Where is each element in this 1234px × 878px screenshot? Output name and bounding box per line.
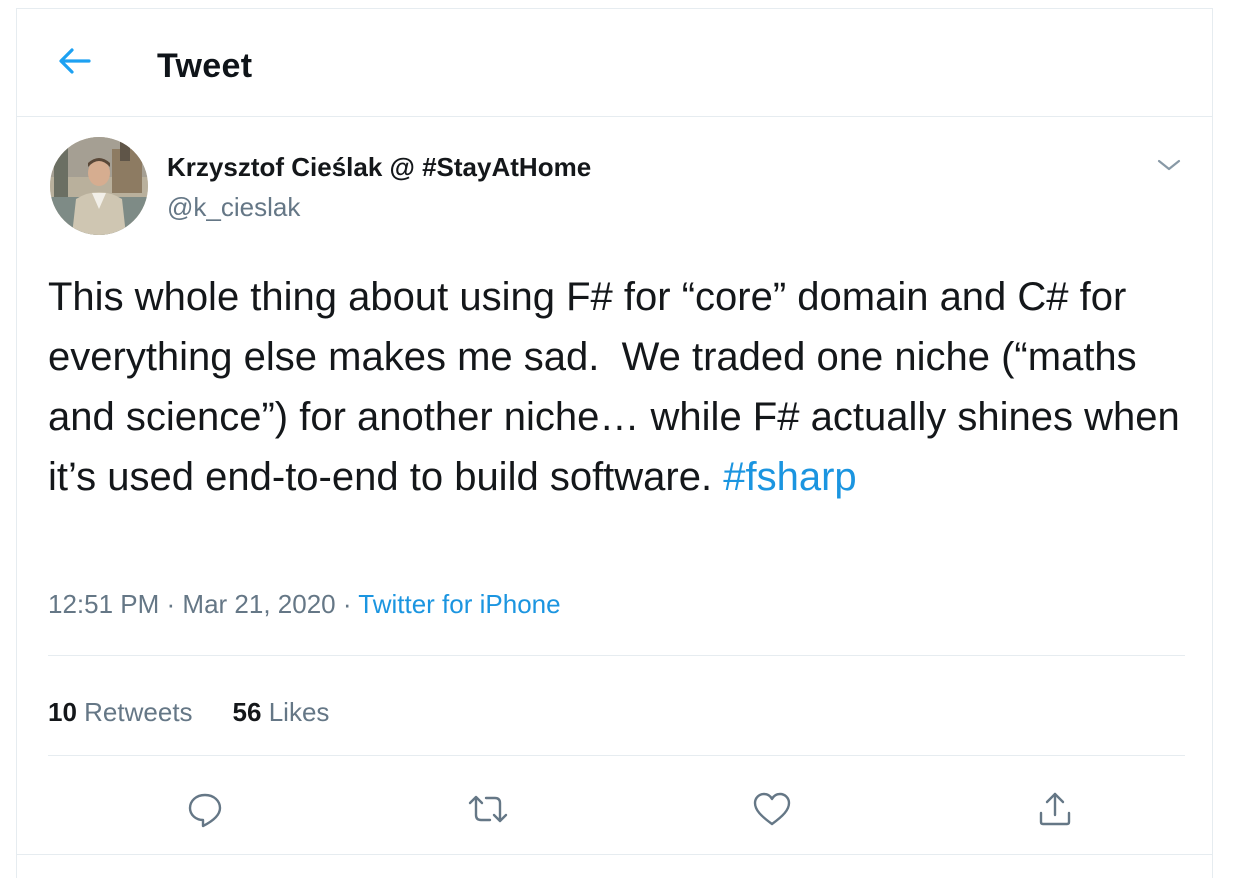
tweet-metadata: 12:51 PM · Mar 21, 2020 · Twitter for iP…	[48, 589, 561, 620]
hashtag-link[interactable]: #fsharp	[723, 455, 856, 499]
tweet-body: This whole thing about using F# for “cor…	[48, 275, 1191, 499]
arrow-left-icon	[58, 47, 92, 80]
likes-stat[interactable]: 56 Likes	[233, 697, 330, 728]
page-header: Tweet	[17, 9, 1212, 117]
author-handle[interactable]: @k_cieslak	[167, 192, 300, 223]
divider	[48, 655, 1185, 656]
back-button[interactable]	[45, 39, 105, 87]
tweet-date[interactable]: Mar 21, 2020	[182, 589, 335, 619]
likes-label: Likes	[268, 697, 330, 727]
tweet-text: This whole thing about using F# for “cor…	[48, 267, 1188, 507]
retweets-count: 10	[48, 697, 77, 727]
author-display-name[interactable]: Krzysztof Cieślak @ #StayAtHome	[167, 152, 591, 183]
retweet-button[interactable]	[458, 781, 518, 841]
tweet-page: Tweet Krzysztof Cieślak @ #StayAtHome @k…	[16, 8, 1213, 878]
retweet-icon	[466, 789, 510, 834]
divider	[17, 854, 1212, 855]
heart-icon	[751, 789, 793, 834]
divider	[48, 755, 1185, 756]
like-button[interactable]	[742, 781, 802, 841]
reply-icon	[185, 789, 225, 834]
tweet-time[interactable]: 12:51 PM	[48, 589, 159, 619]
share-button[interactable]	[1025, 781, 1085, 841]
tweet-actions-bar	[48, 781, 1185, 841]
page-title: Tweet	[157, 47, 253, 85]
retweets-label: Retweets	[84, 697, 193, 727]
reply-button[interactable]	[175, 781, 235, 841]
retweets-stat[interactable]: 10 Retweets	[48, 697, 193, 728]
avatar[interactable]	[50, 137, 148, 235]
share-icon	[1035, 789, 1075, 834]
engagement-stats: 10 Retweets 56 Likes	[48, 697, 329, 728]
meta-separator: ·	[159, 589, 183, 619]
more-options-button[interactable]	[1151, 149, 1187, 185]
tweet-source-link[interactable]: Twitter for iPhone	[358, 589, 560, 619]
meta-separator: ·	[335, 589, 359, 619]
chevron-down-icon	[1156, 157, 1182, 178]
likes-count: 56	[232, 697, 262, 727]
